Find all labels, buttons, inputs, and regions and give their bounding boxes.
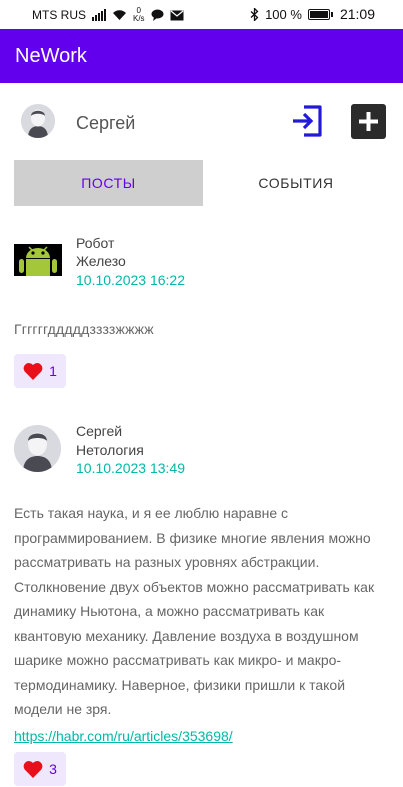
app-title: NeWork: [15, 45, 87, 67]
heart-icon: [23, 363, 43, 380]
post-author-job: Нетология: [76, 442, 144, 458]
status-left: MTS RUS 0 K/s: [32, 7, 184, 23]
post-author: Сергей: [76, 423, 123, 439]
app-bar: NeWork: [0, 29, 403, 83]
tab-events[interactable]: СОБЫТИЯ: [203, 160, 389, 206]
post-content: Есть такая наука, и я ее люблю наравне с…: [14, 505, 375, 717]
login-icon: [293, 105, 322, 137]
user-avatar-icon: [21, 104, 55, 138]
wifi-icon: [113, 10, 126, 20]
post-date: 10.10.2023 16:22: [76, 272, 185, 288]
post-author-job: Железо: [76, 253, 126, 269]
author-avatar[interactable]: [14, 244, 62, 276]
plus-icon: [359, 112, 378, 131]
like-button[interactable]: 1: [14, 354, 66, 388]
post-link[interactable]: https://habr.com/ru/articles/353698/: [14, 728, 233, 744]
user-avatar-icon: [14, 425, 61, 472]
add-post-button[interactable]: [351, 104, 386, 139]
post-date: 10.10.2023 13:49: [76, 460, 185, 476]
signal-icon: [92, 9, 106, 21]
chat-notification-icon: [151, 9, 164, 21]
login-button[interactable]: [290, 104, 324, 138]
status-right: 100 % 21:09: [250, 6, 375, 22]
battery-icon: [307, 8, 333, 20]
clock: 21:09: [339, 6, 375, 22]
carrier-label: MTS RUS: [32, 8, 86, 22]
profile-row: Сергей: [0, 95, 403, 151]
like-count: 1: [49, 363, 57, 379]
author-avatar[interactable]: [14, 425, 61, 472]
profile-name: Сергей: [76, 113, 136, 133]
mail-icon: [170, 10, 184, 20]
status-bar: MTS RUS 0 K/s 100 % 21:09: [0, 0, 403, 29]
tab-posts[interactable]: ПОСТЫ: [14, 160, 203, 206]
post-card: Сергей Нетология 10.10.2023 13:49 Есть т…: [0, 412, 403, 787]
post-author: Робот: [76, 235, 115, 251]
like-count: 3: [49, 761, 57, 777]
heart-icon: [23, 761, 43, 778]
android-icon: [14, 244, 62, 276]
bluetooth-icon: [250, 7, 259, 21]
tab-bar: ПОСТЫ СОБЫТИЯ: [14, 160, 389, 206]
battery-percent: 100 %: [265, 6, 302, 22]
post-content: Ггггггдддддззззжжжж: [14, 321, 154, 337]
like-button[interactable]: 3: [14, 752, 66, 786]
avatar[interactable]: [21, 104, 55, 138]
post-card: Робот Железо 10.10.2023 16:22 Ггггггдддд…: [0, 222, 403, 392]
network-speed: 0 K/s: [133, 6, 145, 23]
